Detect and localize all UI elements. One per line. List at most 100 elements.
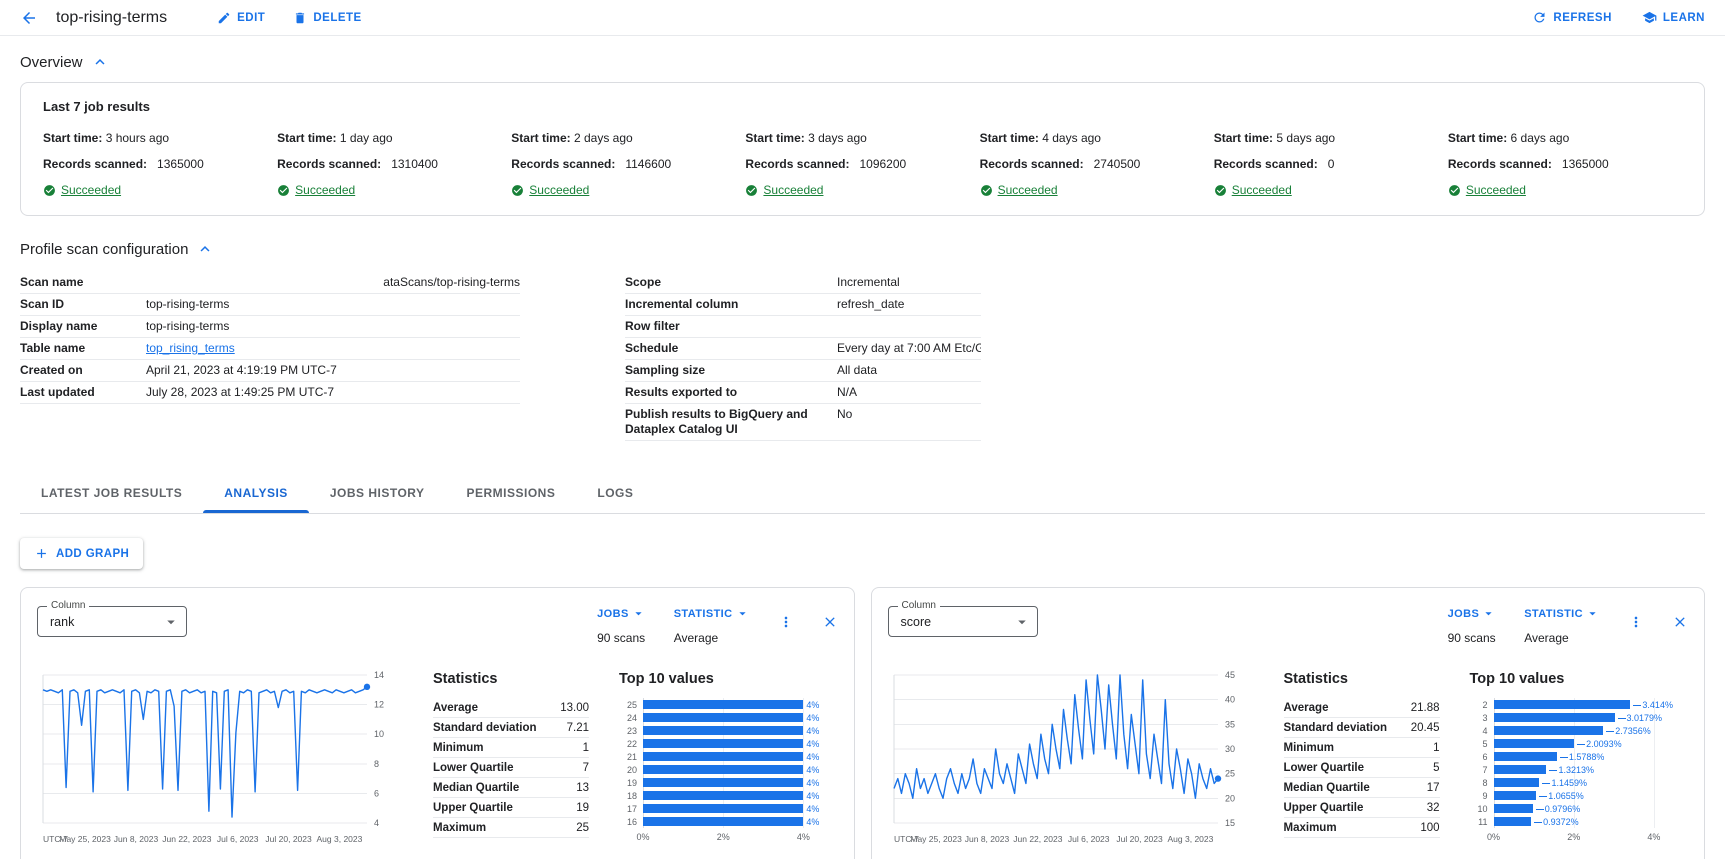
edit-button[interactable]: EDIT bbox=[217, 11, 265, 25]
learn-button[interactable]: LEARN bbox=[1642, 10, 1705, 25]
statistic-row: Upper Quartile32 bbox=[1284, 798, 1440, 818]
job-status-link[interactable]: Succeeded bbox=[1232, 183, 1292, 197]
top-values-panel: Top 10 values 23.414%33.0179%42.7356%52.… bbox=[1470, 671, 1689, 845]
bar-row: 254% bbox=[619, 698, 832, 711]
tab-logs[interactable]: LOGS bbox=[576, 473, 654, 513]
column-select-value: rank bbox=[50, 615, 162, 629]
close-card-icon[interactable] bbox=[822, 614, 838, 630]
job-status-link[interactable]: Succeeded bbox=[763, 183, 823, 197]
statistic-label: Upper Quartile bbox=[1284, 802, 1364, 814]
refresh-button[interactable]: REFRESH bbox=[1532, 10, 1611, 25]
config-section-header[interactable]: Profile scan configuration bbox=[20, 240, 1705, 258]
bar-plot-area: 23.414%33.0179%42.7356%52.0093%61.5788%7… bbox=[1470, 698, 1683, 828]
bar bbox=[643, 791, 803, 800]
config-label: Last updated bbox=[20, 385, 146, 400]
svg-text:20: 20 bbox=[1225, 793, 1235, 803]
statistics-table: Average13.00Standard deviation7.21Minimu… bbox=[433, 698, 589, 838]
plus-icon bbox=[34, 546, 49, 561]
bar-category-label: 17 bbox=[619, 804, 637, 814]
bar-track: 0.9372% bbox=[1494, 815, 1683, 828]
statistic-dropdown[interactable]: STATISTIC bbox=[674, 606, 750, 621]
bar-category-label: 18 bbox=[619, 791, 637, 801]
statistic-row: Lower Quartile5 bbox=[1284, 758, 1440, 778]
collapse-chevron-icon[interactable] bbox=[196, 240, 214, 258]
tab-latest-job-results[interactable]: LATEST JOB RESULTS bbox=[20, 473, 203, 513]
analysis-card-score: Column score JOBS 90 scans STATISTIC Ave… bbox=[871, 587, 1706, 859]
bar-category-label: 5 bbox=[1470, 739, 1488, 749]
config-row: Scan nameataScans/top-rising-terms bbox=[20, 272, 520, 294]
learn-button-label: LEARN bbox=[1663, 12, 1705, 24]
statistic-value: 1 bbox=[583, 742, 589, 754]
dropdown-arrow-icon bbox=[631, 606, 646, 621]
config-value: top-rising-terms bbox=[146, 319, 520, 334]
job-status-link[interactable]: Succeeded bbox=[998, 183, 1058, 197]
back-arrow-icon[interactable] bbox=[20, 9, 38, 27]
overview-section-header[interactable]: Overview bbox=[20, 53, 1705, 71]
config-value: July 28, 2023 at 1:49:25 PM UTC-7 bbox=[146, 385, 520, 400]
svg-text:Jul 6, 2023: Jul 6, 2023 bbox=[217, 834, 259, 844]
jobs-dropdown[interactable]: JOBS bbox=[597, 606, 646, 621]
dropdown-arrow-icon bbox=[1013, 613, 1031, 631]
axis-tick-label: 0% bbox=[1487, 832, 1500, 842]
tab-analysis[interactable]: ANALYSIS bbox=[203, 473, 309, 513]
tab-permissions[interactable]: PERMISSIONS bbox=[446, 473, 577, 513]
statistic-row: Standard deviation20.45 bbox=[1284, 718, 1440, 738]
check-circle-icon bbox=[1448, 184, 1461, 197]
job-result: Start time: 6 days agoRecords scanned: 1… bbox=[1448, 131, 1682, 197]
column-select[interactable]: Column score bbox=[888, 606, 1038, 637]
bar-value-label: 3.0179% bbox=[1618, 713, 1663, 723]
statistic-row: Maximum100 bbox=[1284, 818, 1440, 838]
bar-value-label: 4% bbox=[806, 765, 819, 775]
statistic-label: Median Quartile bbox=[1284, 782, 1370, 794]
bar-value-label: 4% bbox=[806, 817, 819, 827]
job-result: Start time: 5 days agoRecords scanned: 0… bbox=[1214, 131, 1448, 197]
bar-category-label: 4 bbox=[1470, 726, 1488, 736]
jobs-scan-count: 90 scans bbox=[597, 631, 646, 645]
dropdown-arrow-icon bbox=[162, 613, 180, 631]
statistics-title: Statistics bbox=[433, 671, 589, 687]
job-status-link[interactable]: Succeeded bbox=[529, 183, 589, 197]
check-circle-icon bbox=[277, 184, 290, 197]
collapse-chevron-icon[interactable] bbox=[91, 53, 109, 71]
more-options-icon[interactable] bbox=[778, 614, 794, 630]
config-label: Sampling size bbox=[625, 363, 837, 378]
tab-jobs-history[interactable]: JOBS HISTORY bbox=[309, 473, 446, 513]
svg-text:Jul 6, 2023: Jul 6, 2023 bbox=[1067, 834, 1109, 844]
bar-value-label: 0.9372% bbox=[1534, 817, 1579, 827]
job-status-link[interactable]: Succeeded bbox=[1466, 183, 1526, 197]
config-row: Results exported toN/A bbox=[625, 382, 981, 404]
job-results-card: Last 7 job results Start time: 3 hours a… bbox=[20, 82, 1705, 216]
jobs-dropdown[interactable]: JOBS bbox=[1448, 606, 1497, 621]
axis-tick-label: 4% bbox=[1647, 832, 1660, 842]
bar-value-label: 2.7356% bbox=[1606, 726, 1651, 736]
pencil-icon bbox=[217, 11, 231, 25]
config-row: ScopeIncremental bbox=[625, 272, 981, 294]
statistic-label: Lower Quartile bbox=[1284, 762, 1365, 774]
svg-text:4: 4 bbox=[374, 818, 379, 828]
config-label: Incremental column bbox=[625, 297, 837, 312]
bar-category-label: 3 bbox=[1470, 713, 1488, 723]
job-status: Succeeded bbox=[1214, 183, 1448, 197]
delete-button[interactable]: DELETE bbox=[293, 11, 361, 25]
bar-track: 3.414% bbox=[1494, 698, 1683, 711]
config-value: Every day at 7:00 AM Etc/GMT+8 bbox=[837, 341, 981, 356]
job-status-link[interactable]: Succeeded bbox=[61, 183, 121, 197]
bar bbox=[643, 726, 803, 735]
bar-category-label: 10 bbox=[1470, 804, 1488, 814]
statistic-dropdown[interactable]: STATISTIC bbox=[1524, 606, 1600, 621]
column-select-label: Column bbox=[47, 600, 89, 611]
job-start-time: Start time: 1 day ago bbox=[277, 131, 511, 145]
page-title: top-rising-terms bbox=[56, 9, 167, 27]
config-row: Created onApril 21, 2023 at 4:19:19 PM U… bbox=[20, 360, 520, 382]
table-name-link[interactable]: top_rising_terms bbox=[146, 341, 235, 355]
bar-row: 3 3.0179% bbox=[1470, 711, 1683, 724]
close-card-icon[interactable] bbox=[1672, 614, 1688, 630]
column-select[interactable]: Column rank bbox=[37, 606, 187, 637]
more-options-icon[interactable] bbox=[1628, 614, 1644, 630]
analysis-card-rank: Column rank JOBS 90 scans STATISTIC Aver… bbox=[20, 587, 855, 859]
add-graph-button[interactable]: ADD GRAPH bbox=[20, 538, 143, 569]
bar-track: 2.7356% bbox=[1494, 724, 1683, 737]
job-status-link[interactable]: Succeeded bbox=[295, 183, 355, 197]
tab-bar: LATEST JOB RESULTSANALYSISJOBS HISTORYPE… bbox=[20, 473, 1705, 514]
bar-row: 23.414% bbox=[1470, 698, 1683, 711]
